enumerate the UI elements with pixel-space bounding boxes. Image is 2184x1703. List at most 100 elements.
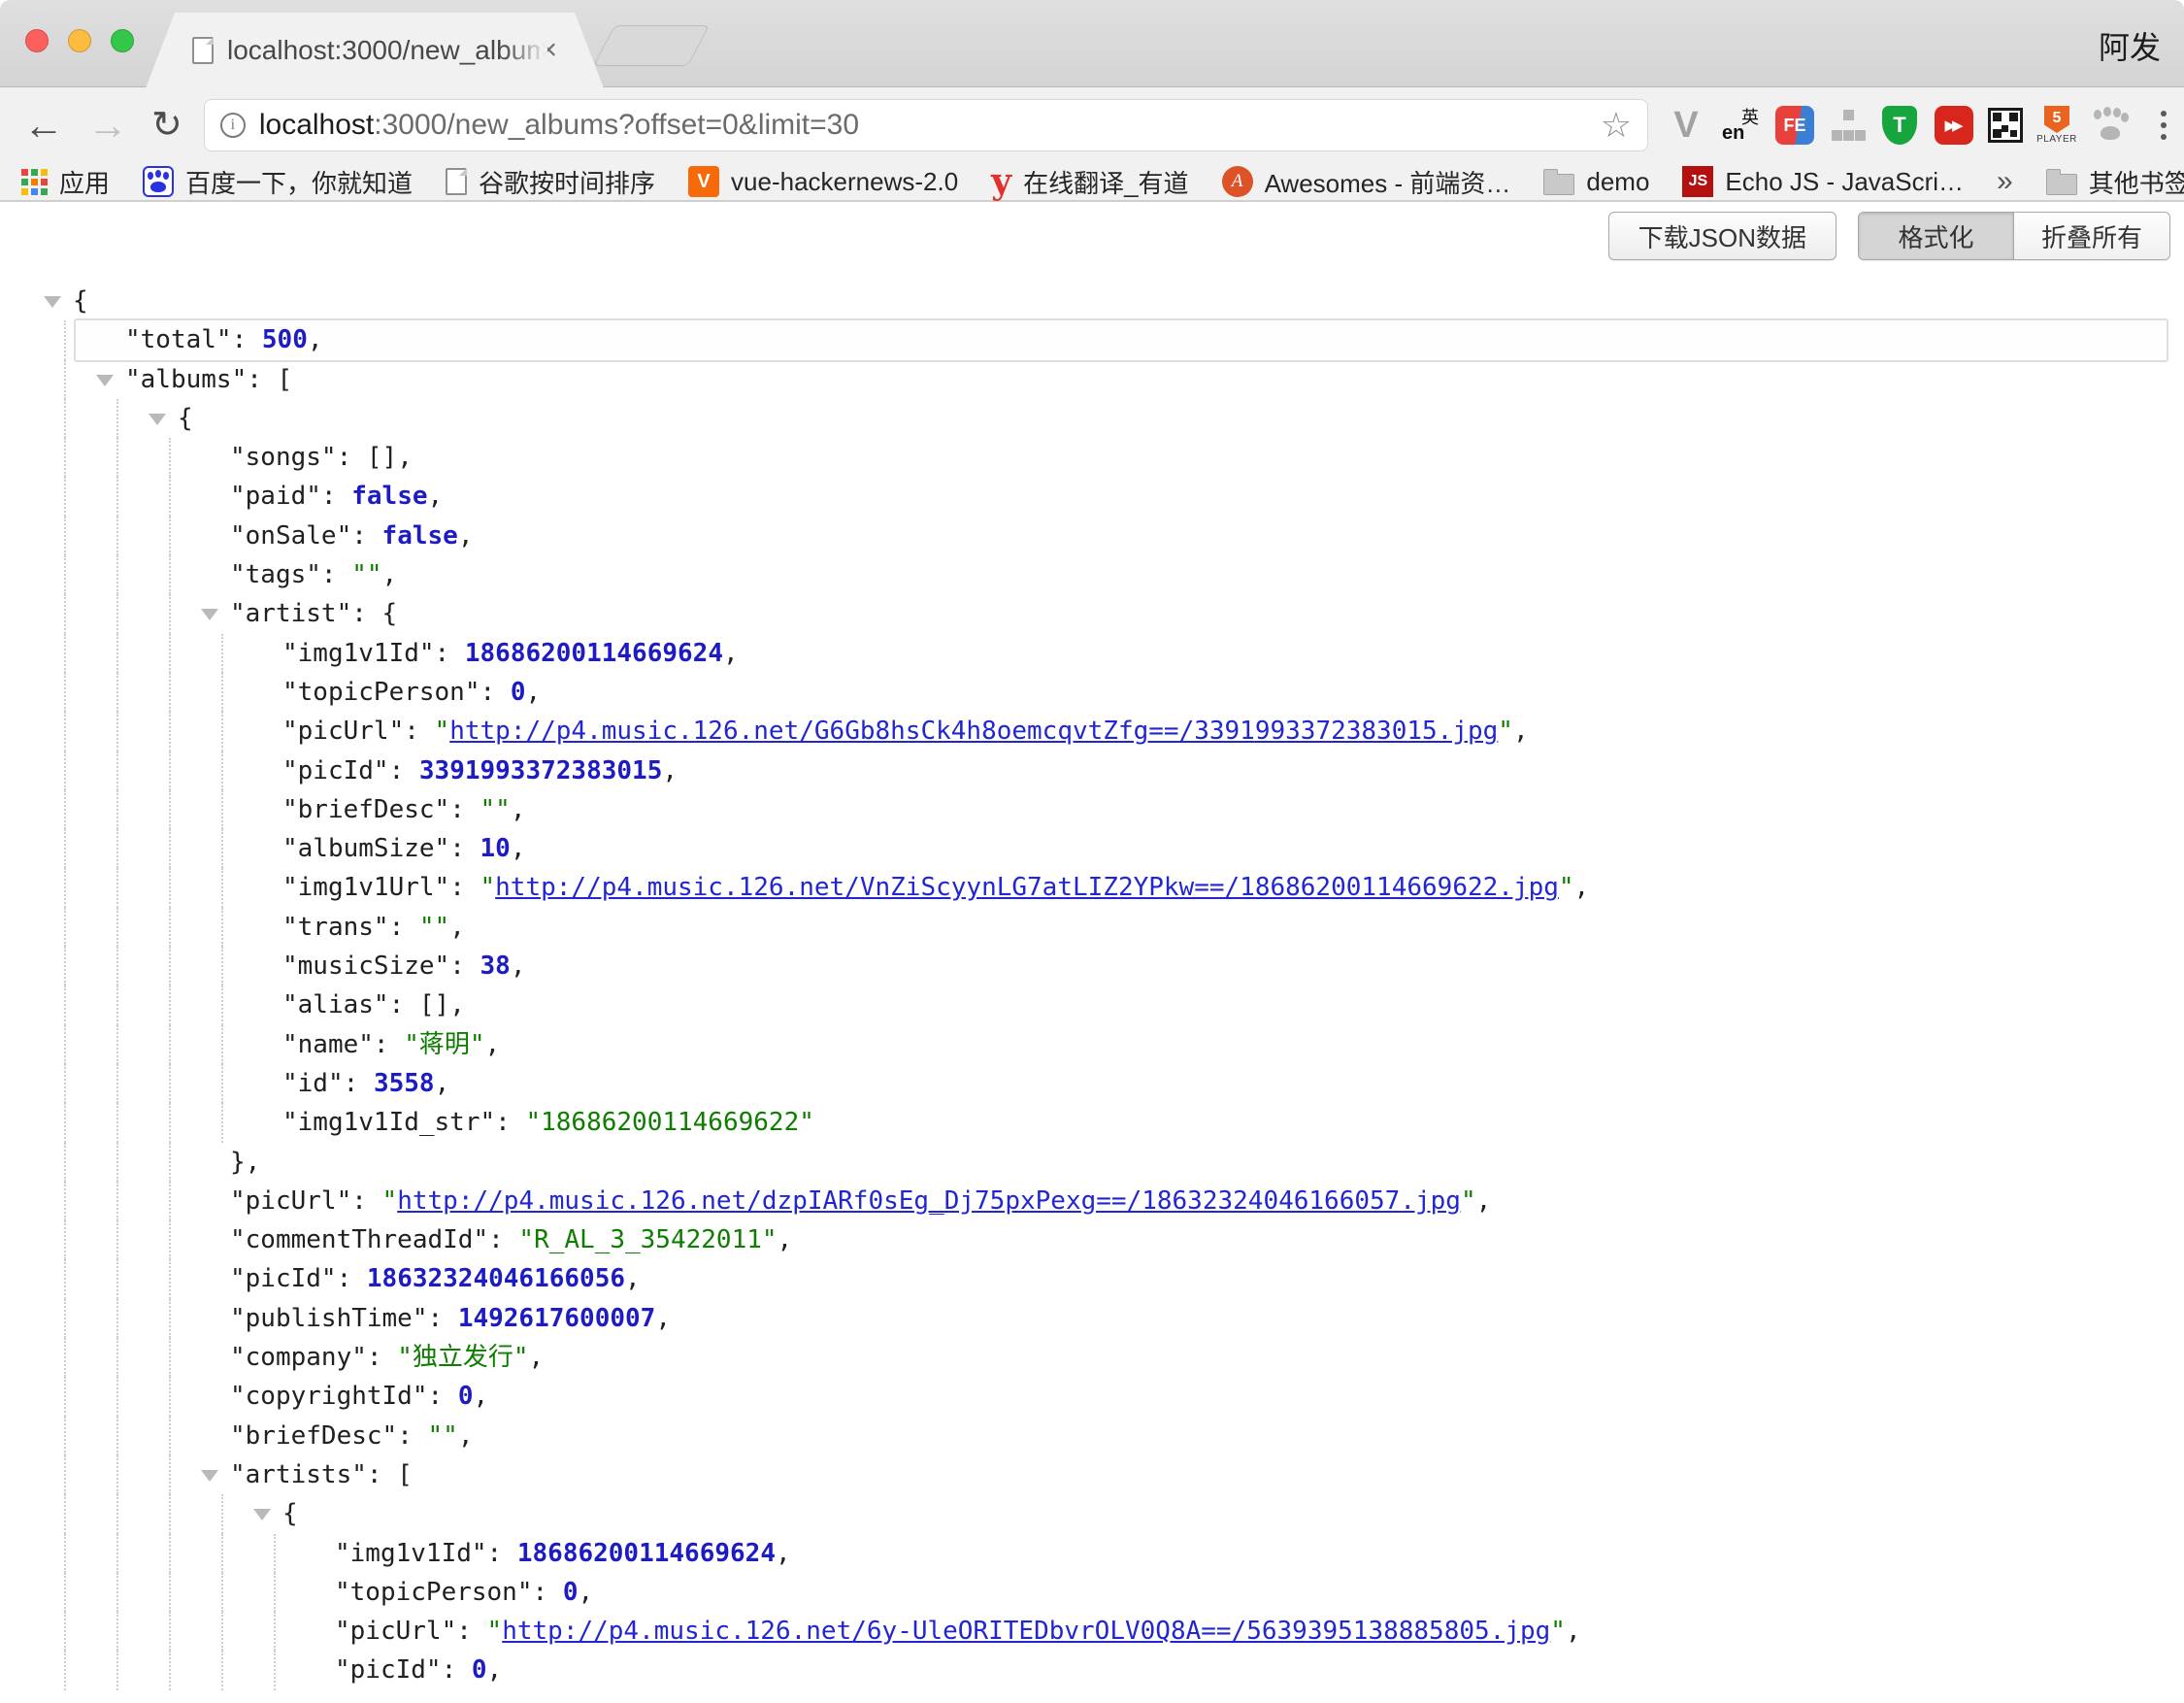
json-line: "paid": false, [0, 477, 2184, 516]
indent-guide [221, 947, 223, 985]
indent-guide [221, 1651, 223, 1689]
json-punctuation: , [308, 325, 323, 354]
new-tab-button[interactable] [593, 25, 710, 66]
download-json-button[interactable]: 下载JSON数据 [1608, 212, 1837, 260]
json-punctuation: , [428, 482, 444, 511]
json-punctuation: }, [230, 1148, 260, 1177]
json-line: "albums": [ [0, 360, 2184, 399]
bookmark-google-sort[interactable]: 谷歌按时间排序 [446, 164, 655, 200]
json-value-number: 1492617600007 [458, 1304, 656, 1333]
json-value-url: "http://p4.music.126.net/VnZiScyynLG7atL… [480, 873, 1574, 902]
other-bookmarks[interactable]: 其他书签 [2046, 164, 2184, 200]
window-zoom-button[interactable] [111, 29, 134, 52]
bookmark-baidu[interactable]: 百度一下，你就知道 [143, 164, 413, 200]
bookmarks-overflow-chevron-icon[interactable]: » [1997, 165, 2013, 198]
json-key: "musicSize" [282, 952, 449, 981]
collapse-toggle-icon[interactable] [96, 375, 114, 386]
indent-guide [64, 634, 66, 673]
indent-guide [221, 1064, 223, 1103]
collapse-toggle-icon[interactable] [44, 296, 61, 308]
json-key: "briefDesc" [230, 1421, 397, 1451]
json-line-content: }, [230, 1148, 260, 1177]
json-line: "img1v1Id_str": "18686200114669622" [0, 1103, 2184, 1142]
collapse-toggle-icon[interactable] [253, 1509, 271, 1520]
bookmark-youdao[interactable]: y 在线翻译_有道 [991, 164, 1188, 200]
tab-strip: localhost:3000/new_albums?o × 阿发 [0, 0, 2184, 87]
url-bar[interactable]: i localhost:3000/new_albums?offset=0&lim… [204, 99, 1648, 151]
indent-guide [64, 1143, 66, 1182]
bookmark-awesomes[interactable]: A Awesomes - 前端资… [1222, 164, 1511, 200]
json-url-link[interactable]: http://p4.music.126.net/VnZiScyynLG7atLI… [495, 873, 1559, 902]
json-key: "trans" [282, 913, 389, 942]
highlight-box [74, 318, 2168, 361]
video-speed-extension-icon[interactable]: ▶▶ [1934, 104, 1974, 147]
json-line-content: { [282, 1499, 298, 1528]
format-button[interactable]: 格式化 [1859, 213, 2014, 259]
bookmark-apps[interactable]: 应用 [21, 164, 110, 200]
json-punctuation: : [337, 1264, 367, 1293]
indent-guide [169, 1259, 171, 1298]
collapse-all-button[interactable]: 折叠所有 [2014, 213, 2169, 259]
indent-guide [169, 1573, 171, 1612]
json-line-content: "topicPerson": 0, [335, 1578, 593, 1607]
shield-extension-icon[interactable]: T [1879, 104, 1920, 147]
indent-guide [64, 438, 66, 477]
json-line-content: "trans": "", [282, 913, 465, 942]
fe-helper-extension-icon[interactable]: FE [1774, 104, 1815, 147]
qr-code-extension-icon[interactable] [1988, 108, 2023, 143]
indent-guide [64, 1377, 66, 1416]
reload-icon[interactable]: ↻ [151, 107, 182, 144]
json-line: "topicPerson": 0, [0, 673, 2184, 712]
indent-guide [169, 1143, 171, 1182]
view-mode-segmented-control: 格式化 折叠所有 [1858, 212, 2170, 260]
indent-guide [169, 868, 171, 907]
browser-tab[interactable]: localhost:3000/new_albums?o × [146, 13, 604, 88]
json-punctuation: , [778, 1225, 793, 1254]
indent-guide [116, 594, 118, 633]
sitemap-extension-icon[interactable] [1829, 106, 1866, 145]
indent-guide [64, 517, 66, 555]
json-punctuation: : [344, 1069, 374, 1098]
indent-guide [221, 1025, 223, 1064]
json-punctuation: : [351, 1186, 381, 1216]
indent-guide [64, 1259, 66, 1298]
json-punctuation: : [488, 1225, 518, 1254]
json-url-link[interactable]: http://p4.music.126.net/6y-UleORITEDbvrO… [502, 1617, 1550, 1646]
indent-guide [169, 517, 171, 555]
translate-extension-icon[interactable]: 英 en [1720, 104, 1761, 147]
json-url-link[interactable]: http://p4.music.126.net/dzpIARf0sEg_Dj75… [397, 1186, 1461, 1216]
back-icon[interactable]: ← [23, 105, 64, 146]
browser-menu-icon[interactable] [2143, 104, 2184, 147]
json-punctuation: : [428, 1304, 458, 1333]
vimium-extension-icon[interactable]: V [1666, 104, 1706, 147]
page-info-icon[interactable]: i [220, 113, 246, 138]
indent-guide [116, 1182, 118, 1220]
bookmark-demo-folder[interactable]: demo [1543, 167, 1649, 197]
indent-guide [116, 1455, 118, 1494]
collapse-toggle-icon[interactable] [201, 609, 218, 620]
baidu-paw-icon [143, 166, 174, 197]
json-value-number: 0 [458, 1382, 474, 1411]
indent-guide [274, 1573, 276, 1612]
indent-guide [169, 1182, 171, 1220]
collapse-toggle-icon[interactable] [149, 414, 166, 425]
json-line: "musicSize": 38, [0, 947, 2184, 985]
window-close-button[interactable] [25, 29, 49, 52]
json-value-number: 10 [480, 834, 511, 863]
json-value-number: 3558 [374, 1069, 435, 1098]
profile-name[interactable]: 阿发 [2099, 23, 2161, 68]
window-minimize-button[interactable] [68, 29, 91, 52]
html5-player-extension-icon[interactable]: 5 PLAYER [2036, 104, 2077, 147]
bookmark-star-icon[interactable]: ☆ [1601, 105, 1632, 146]
json-line: "picUrl": "http://p4.music.126.net/G6Gb8… [0, 712, 2184, 751]
json-value-string: "" [480, 795, 511, 824]
bookmark-vue-hackernews[interactable]: V vue-hackernews-2.0 [688, 166, 958, 197]
bookmark-echo-js[interactable]: JS Echo JS - JavaScri… [1682, 166, 1964, 197]
indent-guide [116, 1534, 118, 1573]
url-text[interactable]: localhost:3000/new_albums?offset=0&limit… [259, 109, 1591, 142]
paw-extension-icon[interactable] [2091, 106, 2130, 145]
json-punctuation: : [428, 1382, 458, 1411]
json-url-link[interactable]: http://p4.music.126.net/G6Gb8hsCk4h8oemc… [449, 717, 1498, 746]
collapse-toggle-icon[interactable] [201, 1470, 218, 1482]
bookmark-label: demo [1586, 167, 1649, 197]
